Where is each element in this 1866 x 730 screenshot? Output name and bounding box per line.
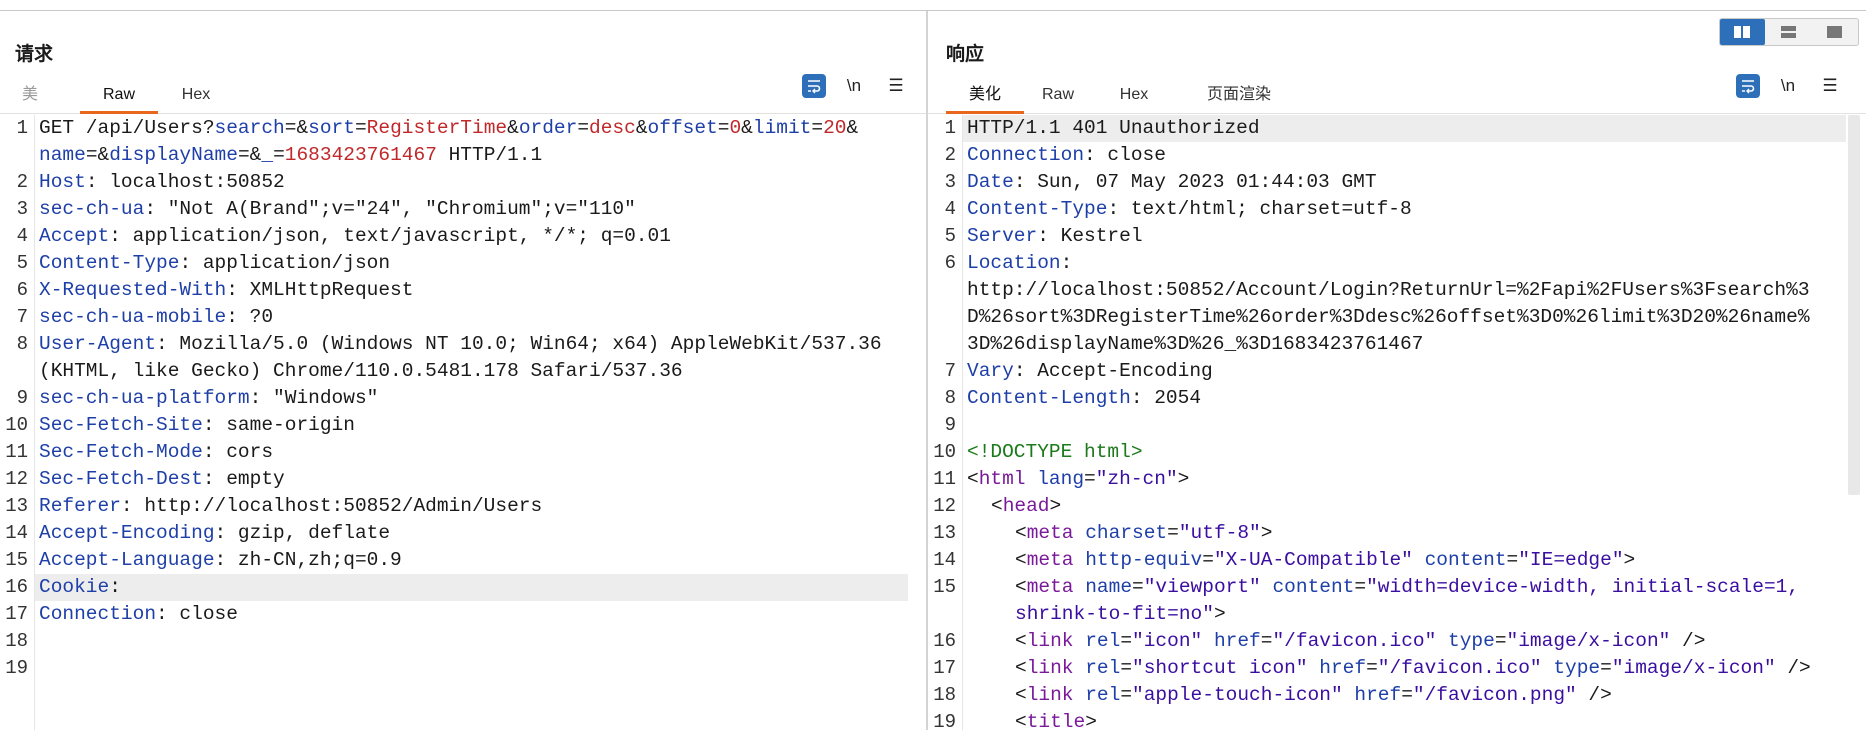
line-number: 11 — [5, 441, 28, 463]
line-number: 1 — [944, 117, 956, 139]
line-number: 7 — [16, 306, 28, 328]
tab-hex[interactable]: Hex — [1110, 75, 1158, 111]
line-number: 4 — [944, 198, 956, 220]
line-number: 16 — [5, 576, 28, 598]
line-number: 14 — [5, 522, 28, 544]
line-number: 3 — [944, 171, 956, 193]
line-number: 11 — [933, 468, 956, 490]
line-number: 16 — [933, 630, 956, 652]
line-number: 19 — [933, 711, 956, 730]
request-pane: 请求 美 Raw Hex \n ☰ 1 GET /api/Users?searc… — [0, 11, 926, 730]
menu-icon[interactable]: ☰ — [1818, 72, 1842, 100]
response-title: 响应 — [946, 44, 985, 65]
line-number: 9 — [16, 387, 28, 409]
line-number: 5 — [16, 252, 28, 274]
line-number: 4 — [16, 225, 28, 247]
newline-toggle-button[interactable]: \n — [842, 72, 866, 100]
tab-pretty[interactable]: 美化 — [946, 75, 1024, 114]
line-number: 10 — [933, 441, 956, 463]
line-number: 15 — [5, 549, 28, 571]
line-number: 15 — [933, 576, 956, 598]
line-number: 18 — [5, 630, 28, 652]
line-number: 2 — [16, 171, 28, 193]
line-number: 8 — [16, 333, 28, 355]
line-number: 13 — [5, 495, 28, 517]
line-number: 14 — [933, 549, 956, 571]
wrap-lines-icon[interactable] — [1736, 74, 1760, 98]
response-editor[interactable]: 1 HTTP/1.1 401 Unauthorized 2 Connection… — [928, 115, 1866, 730]
line-number: 12 — [5, 468, 28, 490]
line-number: 6 — [944, 252, 956, 274]
response-pane: 响应 美化 Raw Hex 页面渲染 \n ☰ 1 HTTP/1.1 401 U… — [928, 11, 1866, 730]
line-number: 1 — [16, 117, 28, 139]
tab-pretty[interactable]: 美 — [18, 75, 42, 111]
line-number: 7 — [944, 360, 956, 382]
tab-raw[interactable]: Raw — [1034, 75, 1082, 111]
line-number: 19 — [5, 657, 28, 679]
line-number: 5 — [944, 225, 956, 247]
line-number: 13 — [933, 522, 956, 544]
line-number: 9 — [944, 414, 956, 436]
response-tabs: 美化 Raw Hex 页面渲染 — [928, 75, 1866, 114]
request-title: 请求 — [15, 44, 54, 65]
tab-render[interactable]: 页面渲染 — [1184, 75, 1294, 111]
line-number: 6 — [16, 279, 28, 301]
line-number: 17 — [933, 657, 956, 679]
tab-hex[interactable]: Hex — [172, 75, 220, 111]
request-editor[interactable]: 1 GET /api/Users?search=&sort=RegisterTi… — [0, 115, 926, 730]
line-number: 2 — [944, 144, 956, 166]
vertical-scrollbar[interactable] — [1848, 115, 1860, 495]
line-number: 17 — [5, 603, 28, 625]
tab-raw[interactable]: Raw — [80, 75, 158, 114]
line-number: 10 — [5, 414, 28, 436]
line-number: 8 — [944, 387, 956, 409]
line-number: 3 — [16, 198, 28, 220]
newline-toggle-button[interactable]: \n — [1776, 72, 1800, 100]
line-number: 18 — [933, 684, 956, 706]
wrap-lines-icon[interactable] — [802, 74, 826, 98]
line-number: 12 — [933, 495, 956, 517]
menu-icon[interactable]: ☰ — [884, 72, 908, 100]
request-tabs: 美 Raw Hex — [0, 75, 926, 114]
current-line-highlight — [35, 574, 908, 601]
